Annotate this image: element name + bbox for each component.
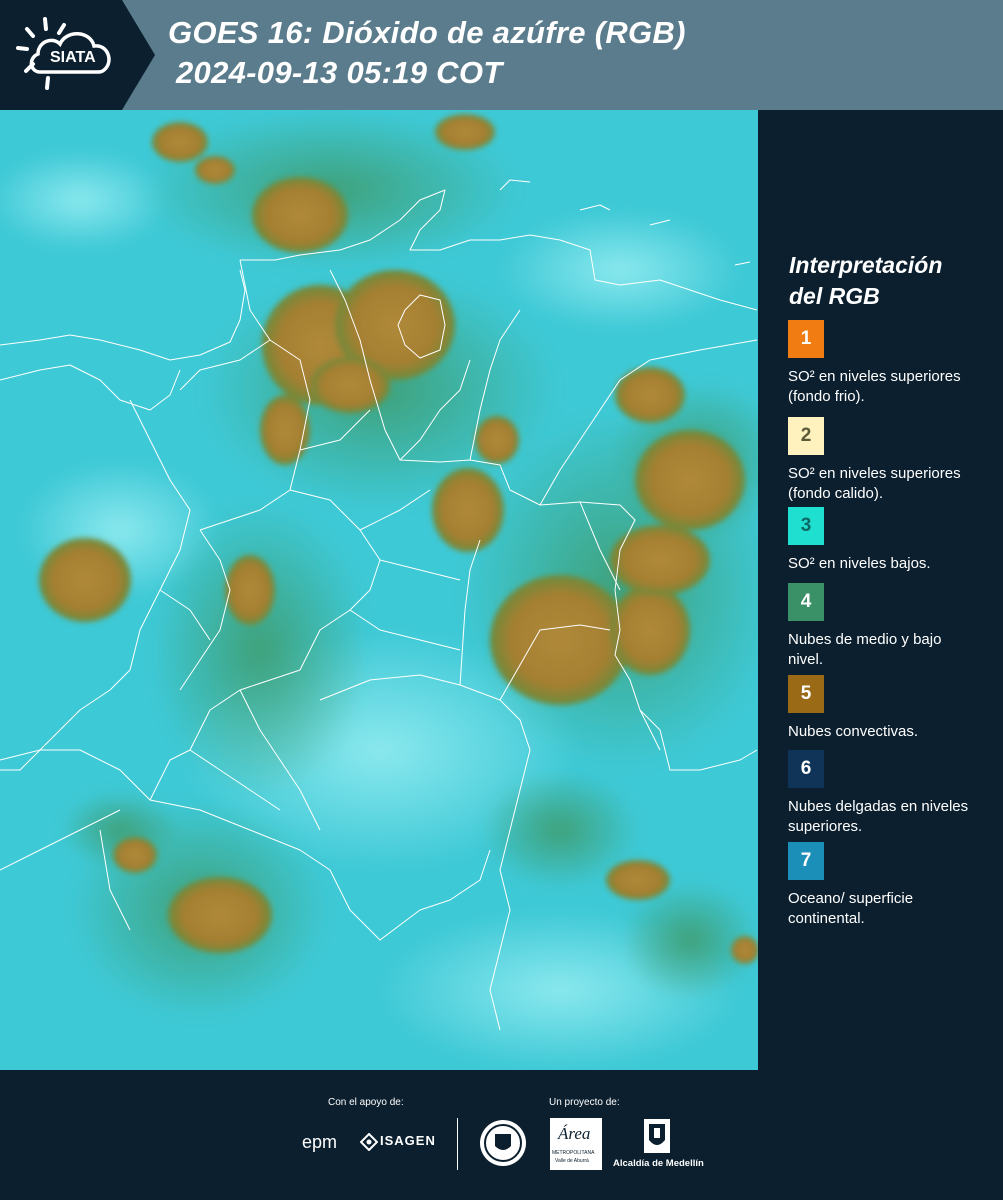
legend-item-text: Nubes de medio y bajo nivel. (788, 631, 942, 668)
siata-logo-text: SIATA (50, 49, 96, 66)
footer-divider (457, 1118, 458, 1170)
area-logo-subtext-2: Valle de Aburrá (555, 1158, 589, 1164)
area-logo-text: Área (558, 1124, 591, 1143)
legend-title-line2: del RGB (789, 283, 880, 309)
legend-item-5: 5 Nubes convectivas. (788, 675, 998, 742)
legend-panel: Interpretación del RGB 1 SO² en niveles … (758, 110, 1003, 1070)
legend-item-7: 7 Oceano/ superficie continental. (788, 842, 998, 929)
legend-item-3: 3 SO² en niveles bajos. (788, 507, 998, 574)
legend-item-1: 1 SO² en niveles superiores (fondo frio)… (788, 320, 998, 407)
epm-logo[interactable]: epm (302, 1132, 337, 1153)
legend-item-4: 4 Nubes de medio y bajo nivel. (788, 583, 998, 670)
legend-item-text: SO² en niveles bajos. (788, 555, 931, 572)
siata-logo[interactable]: SIATA (0, 0, 155, 110)
legend-swatch: 2 (788, 417, 824, 455)
alcaldia-logo-text: Alcaldía de Medellín (613, 1158, 704, 1169)
legend-title: Interpretación del RGB (789, 250, 989, 312)
legend-swatch: 6 (788, 750, 824, 788)
legend-swatch: 7 (788, 842, 824, 880)
support-label: Con el apoyo de: (328, 1097, 404, 1108)
timestamp: 2024-09-13 05:19 COT (176, 55, 503, 90)
legend-item-text: Nubes delgadas en niveles superiores. (788, 798, 969, 835)
satellite-map[interactable] (0, 110, 758, 1070)
area-metropolitana-logo[interactable]: Área METROPOLITANA Valle de Aburrá (550, 1118, 602, 1170)
siata-logo-graphic: SIATA (0, 0, 155, 110)
legend-item-6: 6 Nubes delgadas en niveles superiores. (788, 750, 998, 837)
legend-item-text: SO² en niveles superiores (fondo calido)… (788, 465, 961, 502)
legend-swatch: 1 (788, 320, 824, 358)
legend-title-line1: Interpretación (789, 252, 943, 278)
legend-item-text: SO² en niveles superiores (fondo frio). (788, 368, 961, 405)
page-title: GOES 16: Dióxido de azúfre (RGB) (168, 15, 686, 50)
legend-item-2: 2 SO² en niveles superiores (fondo calid… (788, 417, 998, 504)
medellin-crest-icon (644, 1119, 670, 1153)
alcaldia-medellin-logo[interactable]: Alcaldía de Medellín (610, 1118, 705, 1173)
area-logo-subtext: METROPOLITANA (552, 1150, 595, 1156)
legend-item-text: Nubes convectivas. (788, 723, 919, 740)
header-bar: SIATA GOES 16: Dióxido de azúfre (RGB) 2… (0, 0, 1003, 110)
legend-item-text: Oceano/ superficie continental. (788, 890, 914, 927)
seal-icon (480, 1120, 526, 1166)
legend-swatch: 5 (788, 675, 824, 713)
satellite-image (0, 110, 758, 1070)
isagen-logo-text: ISAGEN (380, 1133, 436, 1148)
isagen-logo[interactable]: ISAGEN (360, 1130, 440, 1154)
university-seal[interactable] (478, 1118, 528, 1168)
legend-swatch: 4 (788, 583, 824, 621)
footer: Con el apoyo de: Un proyecto de: epm ISA… (0, 1070, 1003, 1200)
legend-swatch: 3 (788, 507, 824, 545)
isagen-icon (360, 1133, 378, 1151)
project-label: Un proyecto de: (549, 1097, 620, 1108)
